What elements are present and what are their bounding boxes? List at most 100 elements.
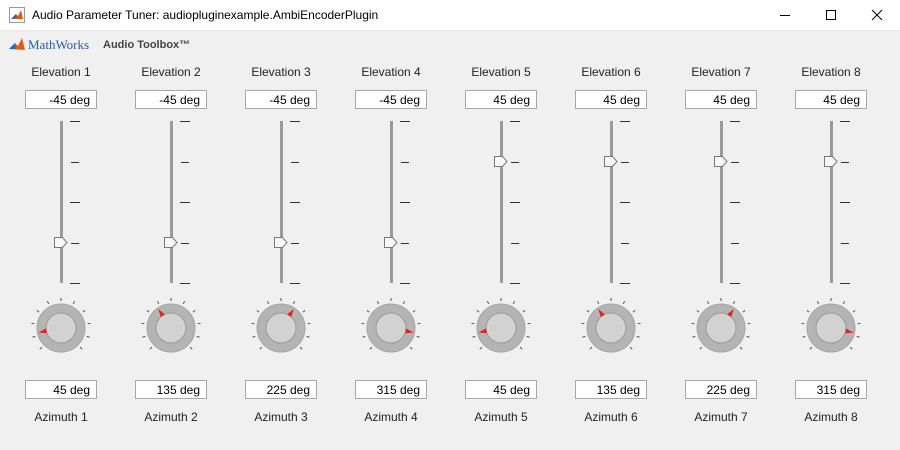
elevation-slider[interactable]: [28, 115, 98, 290]
azimuth-knob[interactable]: [251, 298, 311, 358]
elevation-input[interactable]: -45 deg: [245, 90, 317, 109]
knob-cap: [45, 312, 77, 344]
knob-tick: [486, 301, 490, 305]
elevation-input[interactable]: 45 deg: [795, 90, 867, 109]
knob-tick: [742, 309, 746, 313]
elevation-slider[interactable]: [138, 115, 208, 290]
slider-tick: [290, 283, 300, 284]
knob-tick: [196, 335, 200, 338]
slider-thumb[interactable]: [164, 237, 178, 248]
azimuth-label: Azimuth 1: [34, 410, 88, 424]
knob-tick: [306, 335, 310, 338]
elevation-input[interactable]: -45 deg: [355, 90, 427, 109]
slider-track: [280, 121, 283, 283]
knob-cap: [485, 312, 517, 344]
slider-track: [610, 121, 613, 283]
slider-tick: [730, 283, 740, 284]
azimuth-label: Azimuth 2: [144, 410, 198, 424]
azimuth-input[interactable]: 225 deg: [685, 380, 757, 399]
knob-tick: [82, 309, 86, 313]
azimuth-value: 45 deg: [493, 383, 530, 397]
azimuth-knob[interactable]: [581, 298, 641, 358]
azimuth-input[interactable]: 225 deg: [245, 380, 317, 399]
knob-tick: [479, 346, 483, 350]
elevation-slider[interactable]: [688, 115, 758, 290]
knob-tick: [632, 309, 636, 313]
slider-thumb[interactable]: [604, 156, 618, 167]
azimuth-input[interactable]: 135 deg: [575, 380, 647, 399]
knob-tick: [256, 309, 260, 313]
azimuth-input[interactable]: 315 deg: [795, 380, 867, 399]
slider-tick: [400, 283, 410, 284]
knob-tick: [746, 335, 750, 338]
knob-tick: [806, 309, 810, 313]
knob-tick: [192, 309, 196, 313]
azimuth-input[interactable]: 315 deg: [355, 380, 427, 399]
slider-tick: [840, 283, 850, 284]
azimuth-knob[interactable]: [471, 298, 531, 358]
knob-cap: [265, 312, 297, 344]
channel-strip-7: Elevation 7 45 deg 225 deg Azimuth 7: [666, 0, 776, 450]
knob-tick: [156, 301, 160, 305]
elevation-value: 45 deg: [603, 93, 640, 107]
knob-tick: [816, 301, 820, 305]
knob-tick: [852, 309, 856, 313]
slider-tick: [730, 202, 740, 203]
slider-tick: [71, 161, 79, 163]
knob-cap: [375, 312, 407, 344]
azimuth-input[interactable]: 135 deg: [135, 380, 207, 399]
slider-track: [60, 121, 63, 283]
azimuth-knob[interactable]: [691, 298, 751, 358]
knob-tick: [802, 335, 806, 338]
slider-thumb[interactable]: [54, 237, 68, 248]
elevation-label: Elevation 2: [141, 65, 201, 79]
slider-tick: [400, 202, 410, 203]
slider-tick: [70, 283, 80, 284]
azimuth-input[interactable]: 45 deg: [465, 380, 537, 399]
azimuth-input[interactable]: 45 deg: [25, 380, 97, 399]
elevation-slider[interactable]: [358, 115, 428, 290]
knob-tick: [299, 346, 303, 350]
elevation-value: 45 deg: [713, 93, 750, 107]
knob-tick: [366, 309, 370, 313]
elevation-input[interactable]: 45 deg: [685, 90, 757, 109]
slider-tick: [400, 121, 410, 122]
azimuth-value: 135 deg: [156, 383, 200, 397]
slider-thumb[interactable]: [384, 237, 398, 248]
slider-thumb[interactable]: [714, 156, 728, 167]
azimuth-knob[interactable]: [801, 298, 861, 358]
slider-thumb[interactable]: [494, 156, 508, 167]
knob-tick: [472, 335, 476, 338]
slider-thumb[interactable]: [824, 156, 838, 167]
knob-tick: [376, 301, 380, 305]
azimuth-knob[interactable]: [361, 298, 421, 358]
elevation-input[interactable]: 45 deg: [465, 90, 537, 109]
knob-tick: [856, 335, 860, 338]
slider-thumb[interactable]: [274, 237, 288, 248]
elevation-input[interactable]: -45 deg: [25, 90, 97, 109]
channel-strip-2: Elevation 2 -45 deg 135 deg Azimuth 2: [116, 0, 226, 450]
channel-strip-6: Elevation 6 45 deg 135 deg Azimuth 6: [556, 0, 666, 450]
elevation-slider[interactable]: [798, 115, 868, 290]
slider-tick: [510, 121, 520, 122]
knob-tick: [692, 335, 696, 338]
slider-tick: [731, 242, 739, 244]
channel-strip-1: Elevation 1 -45 deg 45 deg Azimuth 1: [6, 0, 116, 450]
azimuth-knob[interactable]: [141, 298, 201, 358]
knob-tick: [699, 346, 703, 350]
elevation-input[interactable]: -45 deg: [135, 90, 207, 109]
elevation-slider[interactable]: [578, 115, 648, 290]
azimuth-knob[interactable]: [31, 298, 91, 358]
knob-tick: [36, 309, 40, 313]
slider-tick: [181, 161, 189, 163]
knob-tick: [416, 335, 420, 338]
elevation-input[interactable]: 45 deg: [575, 90, 647, 109]
azimuth-label: Azimuth 4: [364, 410, 418, 424]
elevation-slider[interactable]: [248, 115, 318, 290]
azimuth-label: Azimuth 3: [254, 410, 308, 424]
channel-strip-4: Elevation 4 -45 deg 315 deg Azimuth 4: [336, 0, 446, 450]
slider-tick: [841, 242, 849, 244]
knob-tick: [149, 346, 153, 350]
elevation-value: -45 deg: [379, 93, 420, 107]
elevation-slider[interactable]: [468, 115, 538, 290]
